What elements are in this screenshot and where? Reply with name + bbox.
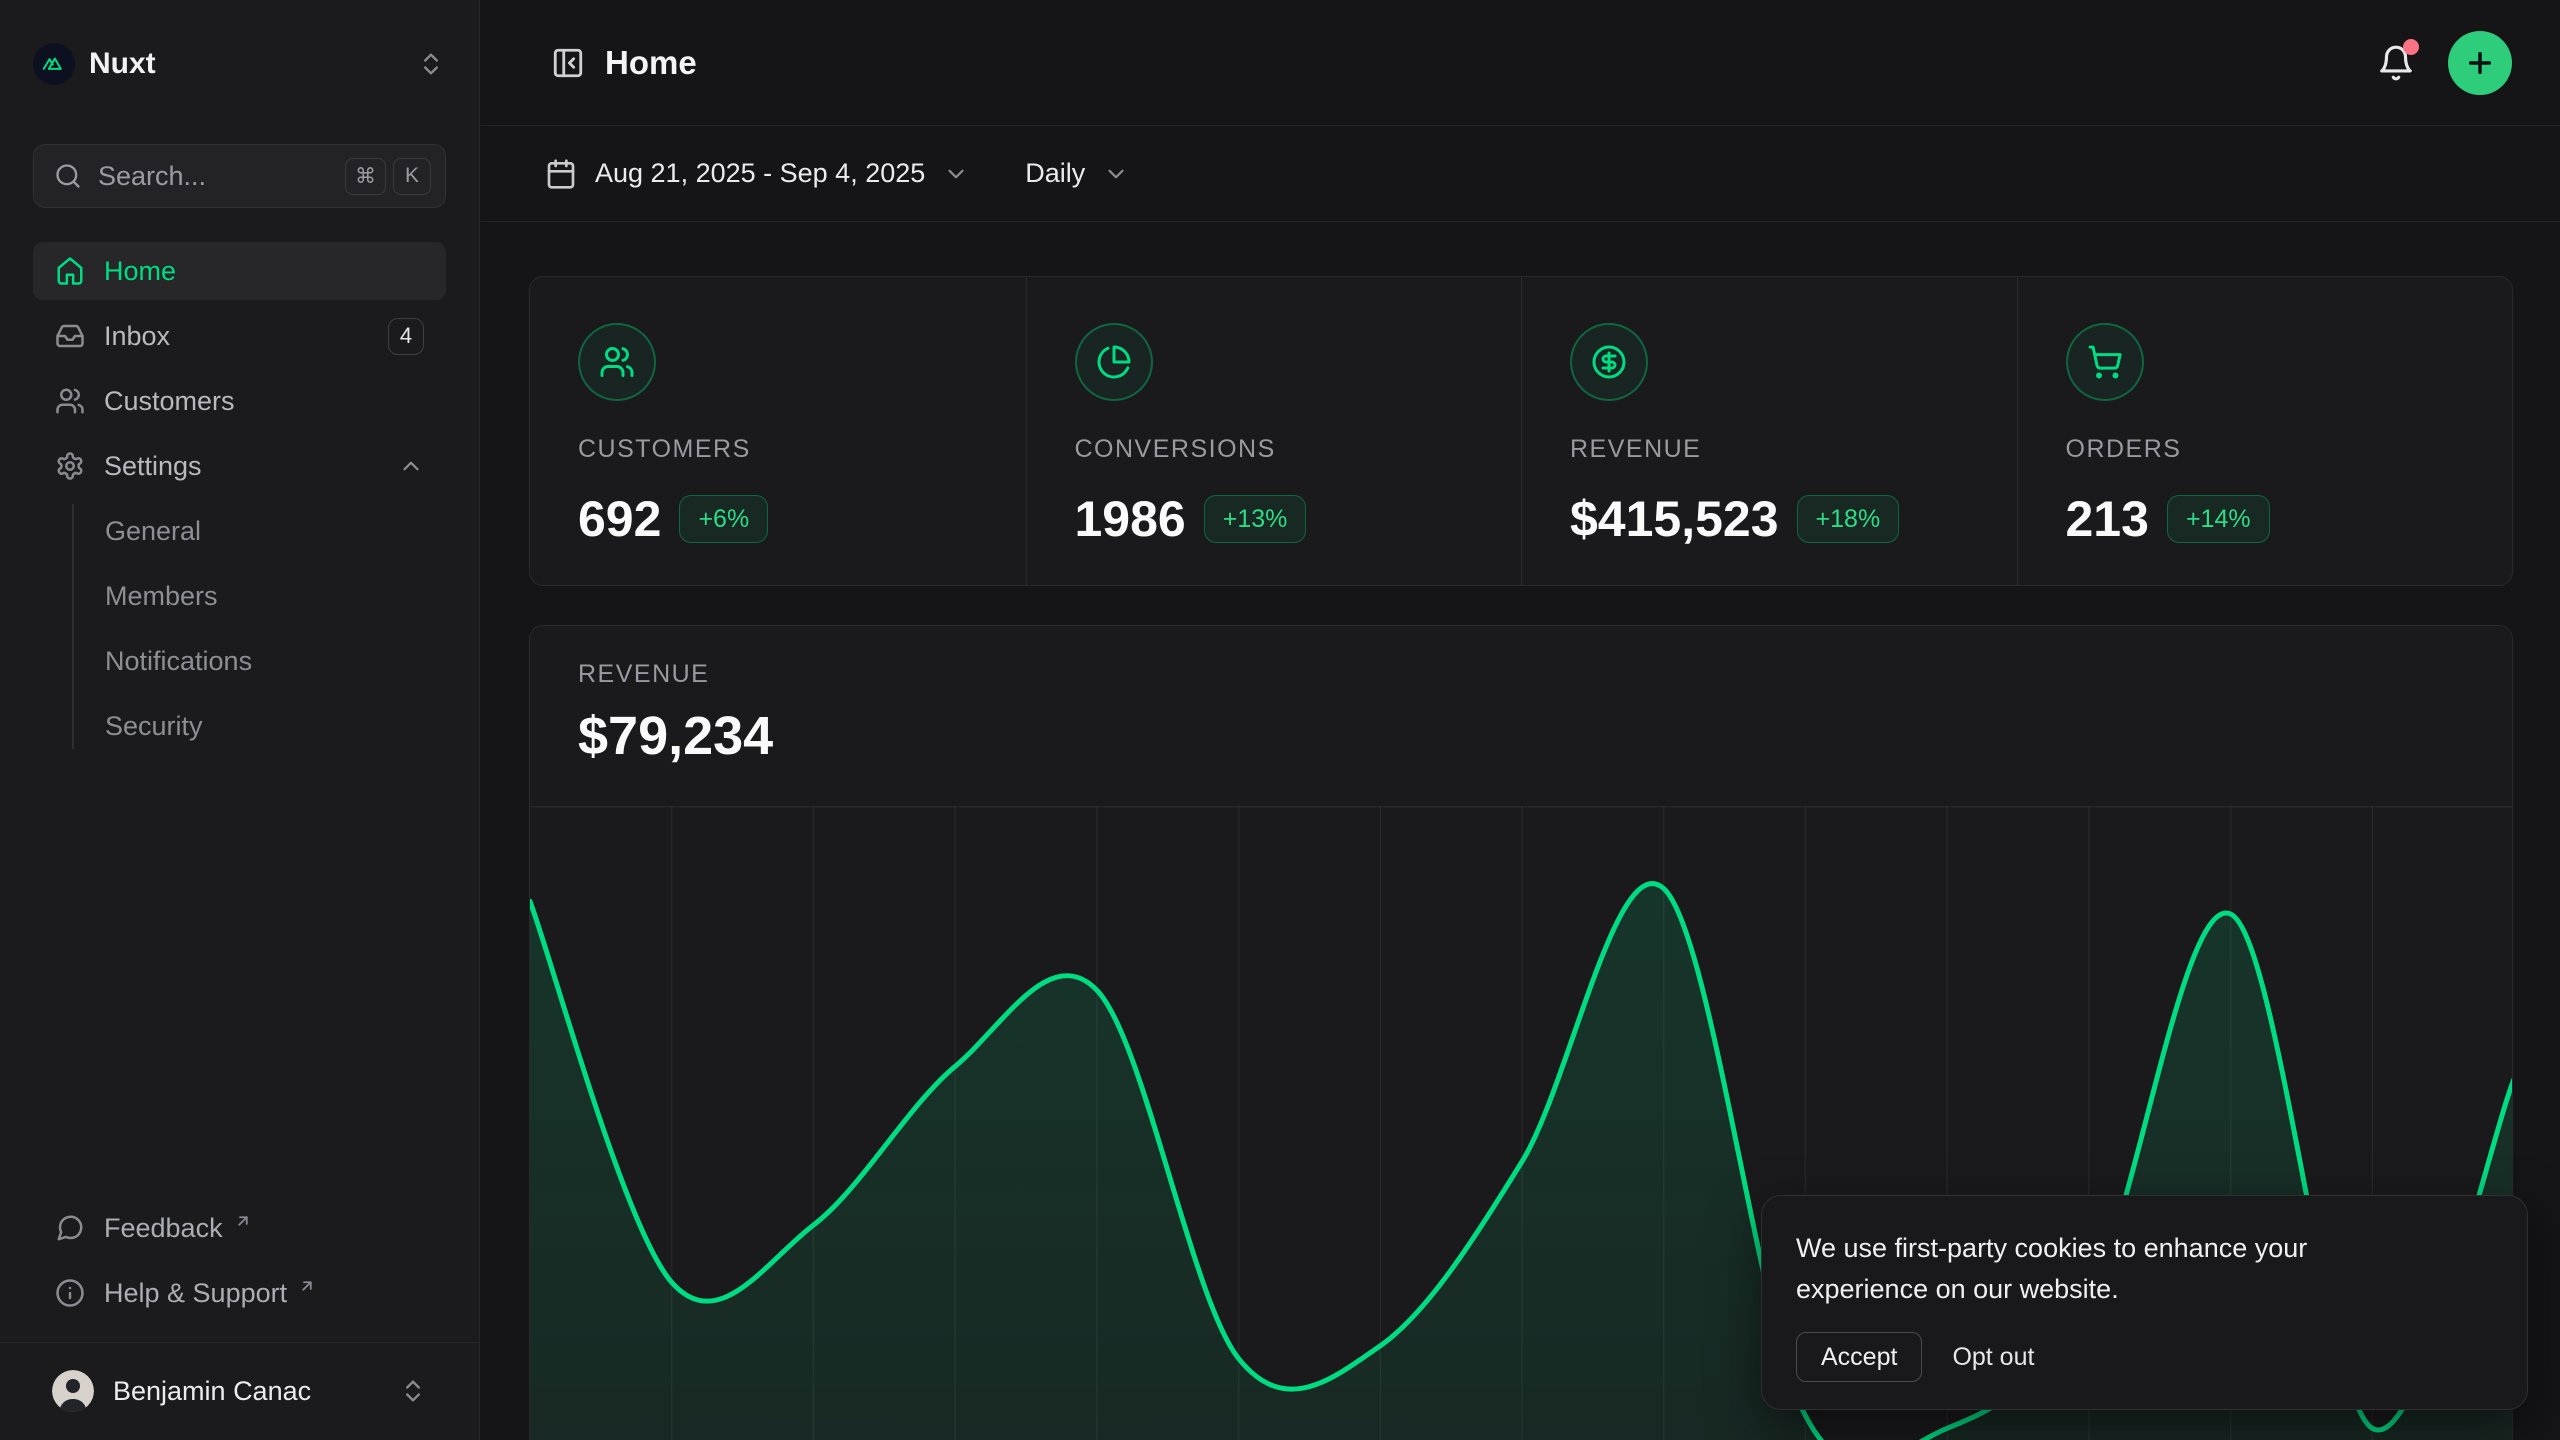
chevron-up-icon xyxy=(398,453,424,479)
help-support-link[interactable]: Help & Support xyxy=(33,1264,446,1322)
subnav-guide-line xyxy=(72,504,74,749)
stat-label: CONVERSIONS xyxy=(1075,435,1522,464)
stat-value: 1986 xyxy=(1075,490,1186,548)
chevrons-up-down-icon xyxy=(417,50,445,78)
sidebar-item-notifications[interactable]: Notifications xyxy=(33,632,446,690)
stat-value: 213 xyxy=(2066,490,2149,548)
stat-conversions[interactable]: CONVERSIONS 1986 +13% xyxy=(1026,277,1522,585)
stat-orders[interactable]: ORDERS 213 +14% xyxy=(2017,277,2513,585)
inbox-icon xyxy=(55,321,85,351)
sidebar-item-label: General xyxy=(105,516,201,547)
sidebar-item-customers[interactable]: Customers xyxy=(33,372,446,430)
inbox-count-badge: 4 xyxy=(388,318,424,355)
stat-value: 692 xyxy=(578,490,661,548)
collapse-sidebar-button[interactable] xyxy=(545,40,591,86)
search-placeholder: Search... xyxy=(98,161,329,192)
stat-label: REVENUE xyxy=(1570,435,2017,464)
sidebar-nav: Home Inbox 4 Customers Settings xyxy=(33,242,446,762)
chevron-down-icon xyxy=(1103,161,1129,187)
sidebar-item-inbox[interactable]: Inbox 4 xyxy=(33,307,446,365)
nuxt-logo-icon xyxy=(33,43,75,85)
sidebar-item-label: Notifications xyxy=(105,646,252,677)
stat-label: ORDERS xyxy=(2066,435,2513,464)
external-link-icon xyxy=(234,1212,252,1230)
sidebar-item-label: Settings xyxy=(104,451,202,482)
kbd-k: K xyxy=(393,158,431,195)
sidebar-item-label: Inbox xyxy=(104,321,170,352)
stat-customers[interactable]: CUSTOMERS 692 +6% xyxy=(530,277,1026,585)
avatar xyxy=(52,1370,94,1412)
gear-icon xyxy=(55,451,85,481)
search-input[interactable]: Search... ⌘ K xyxy=(33,144,446,208)
users-icon xyxy=(55,386,85,416)
kbd-cmd: ⌘ xyxy=(345,158,386,195)
stat-delta-badge: +18% xyxy=(1797,495,1900,543)
message-bubble-icon xyxy=(55,1213,85,1243)
stat-delta-badge: +14% xyxy=(2167,495,2270,543)
sidebar-footer: Feedback Help & Support xyxy=(33,1199,446,1329)
granularity-select[interactable]: Daily xyxy=(1025,158,1129,189)
chevrons-up-down-icon xyxy=(399,1377,427,1405)
sidebar-item-label: Home xyxy=(104,256,176,287)
external-link-icon xyxy=(298,1277,316,1295)
workspace-switcher[interactable]: Nuxt xyxy=(33,36,445,92)
optout-cookies-button[interactable]: Opt out xyxy=(1952,1343,2034,1372)
user-name: Benjamin Canac xyxy=(113,1376,380,1407)
house-icon xyxy=(55,256,85,286)
chevron-down-icon xyxy=(943,161,969,187)
date-range-picker[interactable]: Aug 21, 2025 - Sep 4, 2025 xyxy=(545,158,969,190)
sidebar-item-members[interactable]: Members xyxy=(33,567,446,625)
circle-dollar-icon xyxy=(1570,323,1648,401)
cookie-message-line-1: We use first-party cookies to enhance yo… xyxy=(1796,1228,2493,1269)
user-menu[interactable]: Benjamin Canac xyxy=(33,1362,446,1420)
add-button[interactable] xyxy=(2448,31,2512,95)
sidebar-divider xyxy=(0,1342,479,1343)
stat-value: $415,523 xyxy=(1570,490,1779,548)
sidebar: Nuxt Search... ⌘ K Home Inbox 4 xyxy=(0,0,480,1440)
sidebar-item-label: Customers xyxy=(104,386,235,417)
footer-link-label: Feedback xyxy=(104,1213,223,1244)
accept-cookies-button[interactable]: Accept xyxy=(1796,1332,1922,1382)
search-shortcut: ⌘ K xyxy=(345,158,431,195)
stat-label: CUSTOMERS xyxy=(578,435,1026,464)
stat-delta-badge: +13% xyxy=(1204,495,1307,543)
stat-revenue[interactable]: REVENUE $415,523 +18% xyxy=(1521,277,2017,585)
sidebar-item-security[interactable]: Security xyxy=(33,697,446,755)
page-header: Home xyxy=(481,0,2560,126)
filters-toolbar: Aug 21, 2025 - Sep 4, 2025 Daily xyxy=(481,126,2560,222)
revenue-chart-label: REVENUE xyxy=(578,660,2512,689)
sidebar-item-label: Security xyxy=(105,711,203,742)
notifications-button[interactable] xyxy=(2370,37,2422,89)
page-title: Home xyxy=(605,44,697,82)
cookie-banner: We use first-party cookies to enhance yo… xyxy=(1761,1195,2528,1410)
sidebar-item-settings[interactable]: Settings xyxy=(33,437,446,495)
sidebar-item-label: Members xyxy=(105,581,218,612)
granularity-value: Daily xyxy=(1025,158,1085,189)
revenue-chart-value: $79,234 xyxy=(578,705,2512,767)
users-icon xyxy=(578,323,656,401)
chart-pie-icon xyxy=(1075,323,1153,401)
stat-delta-badge: +6% xyxy=(679,495,768,543)
cookie-message-line-2: experience on our website. xyxy=(1796,1269,2493,1310)
shopping-cart-icon xyxy=(2066,323,2144,401)
info-circle-icon xyxy=(55,1278,85,1308)
footer-link-label: Help & Support xyxy=(104,1278,287,1309)
sidebar-item-general[interactable]: General xyxy=(33,502,446,560)
date-range-value: Aug 21, 2025 - Sep 4, 2025 xyxy=(595,158,925,189)
workspace-title: Nuxt xyxy=(89,47,403,81)
search-icon xyxy=(54,162,82,190)
notification-dot xyxy=(2403,39,2419,55)
sidebar-item-home[interactable]: Home xyxy=(33,242,446,300)
settings-subnav: General Members Notifications Security xyxy=(33,502,446,755)
calendar-icon xyxy=(545,158,577,190)
feedback-link[interactable]: Feedback xyxy=(33,1199,446,1257)
stats-panel: CUSTOMERS 692 +6% CONVERSIONS 1986 +13% … xyxy=(529,276,2513,586)
